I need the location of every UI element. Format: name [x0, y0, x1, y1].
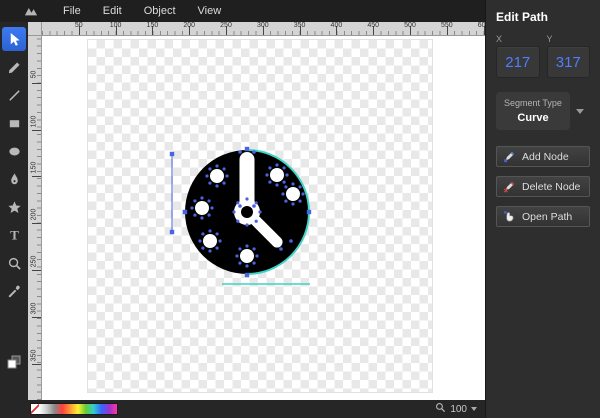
add-node-label: Add Node: [522, 151, 569, 163]
edit-path-panel: Edit Path X 217 Y 317 Segment Type Curve…: [485, 0, 600, 418]
zoom-value[interactable]: 100: [450, 404, 467, 415]
y-label: Y: [547, 34, 591, 44]
rectangle-icon: [7, 116, 22, 131]
tool-swatches[interactable]: [2, 350, 26, 374]
y-value-input[interactable]: 317: [547, 46, 591, 78]
tool-pencil[interactable]: [2, 55, 26, 79]
hruler-label: 500: [404, 22, 416, 29]
vruler-label: 200: [31, 205, 38, 225]
segment-type-value: Curve: [504, 112, 562, 124]
line-icon: [7, 88, 22, 103]
ellipse-icon: [7, 144, 22, 159]
tool-line[interactable]: [2, 83, 26, 107]
statusbar: 100: [0, 400, 485, 418]
menu-item-view[interactable]: View: [187, 0, 233, 22]
delete-node-label: Delete Node: [522, 181, 580, 193]
path-buttons: Add Node Delete Node Open Path: [496, 146, 590, 227]
vector-editor-window: FileEditObjectView T 50 100 150 200 250 300 35…: [0, 0, 600, 418]
star-icon: [7, 200, 22, 215]
vruler-label: 50: [31, 64, 38, 84]
coordinates-row: X 217 Y 317: [496, 34, 590, 78]
vruler-label: 350: [31, 345, 38, 365]
canvas-drawing-clock-path[interactable]: [42, 36, 485, 400]
canvas-workspace[interactable]: [42, 36, 485, 400]
tool-palette: T: [0, 22, 28, 400]
eyedropper-icon: [7, 284, 22, 299]
menubar: FileEditObjectView: [0, 0, 485, 22]
segment-type-control: Segment Type Curve: [496, 92, 590, 130]
hruler-label: 550: [441, 22, 453, 29]
no-color-swatch[interactable]: [31, 404, 39, 414]
palette-ramp[interactable]: [39, 404, 117, 414]
ruler-horizontal: 50 100 150 200 250 300 350 400 450 500 550 600: [42, 22, 485, 36]
select-icon: [7, 32, 22, 47]
zoom-control[interactable]: 100: [435, 402, 477, 416]
hruler-label: 300: [257, 22, 269, 29]
tool-rectangle[interactable]: [2, 111, 26, 135]
chevron-down-icon[interactable]: [576, 109, 584, 114]
vruler-label: 250: [31, 252, 38, 272]
tool-text[interactable]: T: [2, 223, 26, 247]
menu-item-file[interactable]: File: [52, 0, 92, 22]
ruler-vertical: 50 100 150 200 250 300 350: [28, 36, 42, 400]
segment-type-label: Segment Type: [504, 98, 562, 108]
add-node-button[interactable]: Add Node: [496, 146, 590, 167]
menu-item-edit[interactable]: Edit: [92, 0, 133, 22]
tool-path[interactable]: [2, 167, 26, 191]
segment-type-dropdown[interactable]: Segment Type Curve: [496, 92, 570, 130]
swatches-icon: [6, 354, 22, 370]
delete-node-button[interactable]: Delete Node: [496, 176, 590, 197]
vruler-label: 300: [31, 298, 38, 318]
x-field: X 217: [496, 34, 540, 78]
open-path-label: Open Path: [522, 211, 572, 223]
x-label: X: [496, 34, 540, 44]
menu: FileEditObjectView: [52, 0, 232, 22]
hruler-label: 50: [75, 22, 83, 29]
hruler-label: 100: [110, 22, 122, 29]
hruler-label: 400: [331, 22, 343, 29]
vruler-label: 100: [31, 111, 38, 131]
color-palette-strip[interactable]: [30, 403, 118, 415]
tool-star[interactable]: [2, 195, 26, 219]
vruler-label: 150: [31, 158, 38, 178]
open-path-icon: [503, 210, 516, 223]
tool-ellipse[interactable]: [2, 139, 26, 163]
open-path-button[interactable]: Open Path: [496, 206, 590, 227]
text-icon: T: [7, 228, 22, 243]
app-logo-icon: [24, 4, 38, 18]
zoom-magnifier-icon: [435, 402, 446, 416]
x-value-input[interactable]: 217: [496, 46, 540, 78]
y-field: Y 317: [547, 34, 591, 78]
menu-item-object[interactable]: Object: [133, 0, 187, 22]
hruler-label: 200: [183, 22, 195, 29]
add-node-icon: [503, 150, 516, 163]
zoom-chevron-down-icon[interactable]: [471, 407, 477, 411]
ruler-corner: [28, 22, 42, 36]
delete-node-icon: [503, 180, 516, 193]
panel-title: Edit Path: [496, 10, 590, 24]
path-icon: [7, 172, 22, 187]
tool-eyedropper[interactable]: [2, 279, 26, 303]
pencil-icon: [7, 60, 22, 75]
zoom-icon: [7, 256, 22, 271]
hruler-label: 600: [478, 22, 485, 29]
hruler-label: 150: [147, 22, 159, 29]
tool-zoom[interactable]: [2, 251, 26, 275]
svg-text:T: T: [10, 228, 19, 243]
hruler-label: 450: [367, 22, 379, 29]
tool-select[interactable]: [2, 27, 26, 51]
hruler-label: 350: [294, 22, 306, 29]
hruler-label: 250: [220, 22, 232, 29]
